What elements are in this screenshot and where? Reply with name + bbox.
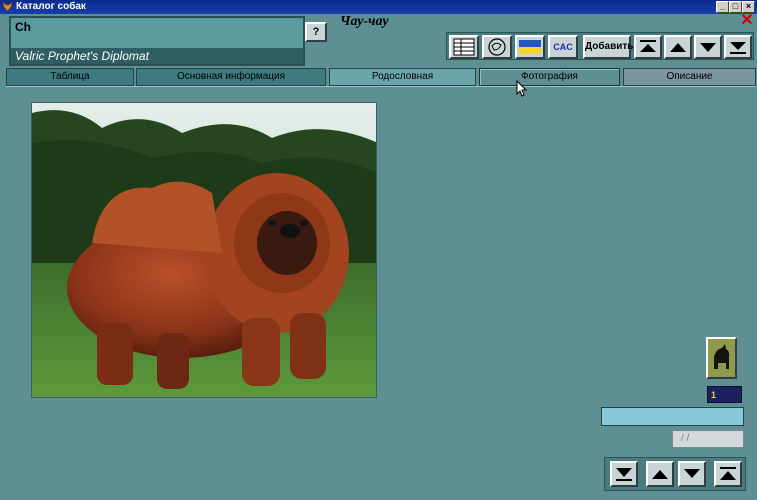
down-arrow-icon: [684, 469, 700, 478]
language-ukraine-button[interactable]: [515, 35, 545, 59]
dog-head-icon: [488, 38, 506, 56]
photo-date-field[interactable]: / /: [672, 430, 744, 448]
app-fox-icon: [2, 1, 13, 12]
previous-record-button[interactable]: [664, 35, 692, 59]
breed-info-box: Ch Valric Prophet's Diplomat: [9, 16, 305, 66]
first-record-button[interactable]: [634, 35, 662, 59]
last-arrow-icon: [720, 467, 736, 480]
table-icon: [453, 38, 475, 56]
add-button[interactable]: Добавить: [583, 35, 633, 59]
tab-description[interactable]: Описание: [623, 68, 756, 86]
first-arrow-icon: [616, 468, 632, 481]
dog-name-field[interactable]: Valric Prophet's Diplomat: [11, 48, 303, 64]
tab-table[interactable]: Таблица: [6, 68, 134, 86]
photo-caption-field[interactable]: [601, 407, 744, 426]
last-arrow-icon: [730, 42, 746, 54]
ukraine-flag-icon: [519, 40, 541, 54]
photo-last-button[interactable]: [714, 461, 742, 487]
photo-counter: 1: [707, 386, 742, 403]
last-record-button[interactable]: [724, 35, 752, 59]
next-record-button[interactable]: [694, 35, 722, 59]
minimize-button[interactable]: _: [716, 1, 729, 13]
up-arrow-icon: [670, 43, 686, 52]
up-arrow-icon: [652, 470, 668, 479]
dog-logo-button[interactable]: [482, 35, 512, 59]
mouse-cursor-icon: [516, 80, 528, 97]
breed-code-field[interactable]: Ch: [11, 18, 303, 48]
cac-button[interactable]: CAC: [548, 35, 578, 59]
photo-previous-button[interactable]: [646, 461, 674, 487]
photo-next-button[interactable]: [678, 461, 706, 487]
help-button[interactable]: ?: [305, 22, 327, 42]
tab-photo[interactable]: Фотография: [479, 68, 620, 86]
down-arrow-icon: [700, 43, 716, 52]
close-form-button[interactable]: ✕: [739, 13, 755, 30]
dog-photo: [31, 102, 377, 398]
dog-photo-image: [32, 103, 376, 397]
tab-pedigree[interactable]: Родословная: [329, 68, 476, 86]
first-arrow-icon: [640, 40, 656, 52]
tab-main-info[interactable]: Основная информация: [136, 68, 326, 86]
photo-first-button[interactable]: [610, 461, 638, 487]
terrier-thumbnail-icon: [708, 339, 735, 377]
window-title: Каталог собак: [16, 1, 86, 12]
breed-title: Чау-чау: [340, 14, 389, 29]
photo-navigation: [604, 457, 746, 491]
title-bar: Каталог собак _ □ ×: [0, 0, 757, 14]
toolbar: CAC Добавить: [446, 32, 754, 60]
table-view-button[interactable]: [449, 35, 479, 59]
photo-thumbnail[interactable]: [706, 337, 737, 379]
